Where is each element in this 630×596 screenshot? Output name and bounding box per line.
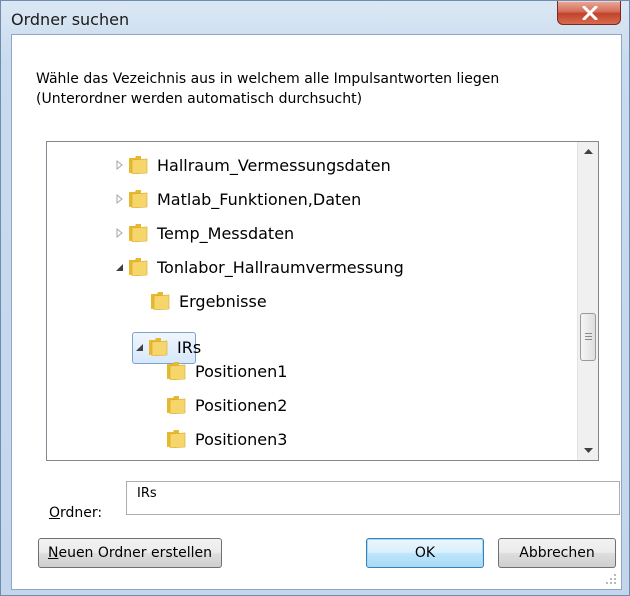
scroll-up-button[interactable] [578, 142, 598, 162]
vertical-scrollbar[interactable] [577, 142, 598, 460]
folder-icon [129, 258, 148, 276]
tree-item-label: Positionen2 [195, 395, 288, 415]
tree-item-label: Tonlabor_Hallraumvermessung [157, 257, 404, 277]
triangle-right-icon[interactable] [113, 158, 127, 172]
tree-item-positionen2[interactable]: Positionen2 [165, 390, 287, 420]
dialog-window: Ordner suchen Wähle das Vezeichnis aus i… [0, 0, 630, 596]
close-button[interactable] [557, 1, 621, 25]
new-folder-button[interactable]: Neuen Ordner erstellen [38, 538, 222, 568]
tree-item-label: Positionen1 [195, 361, 288, 381]
tree-item-ergebnisse[interactable]: Ergebnisse [149, 286, 267, 316]
arrow-up-icon [584, 149, 593, 154]
folder-icon [149, 338, 168, 356]
tree-item-positionen1[interactable]: Positionen1 [165, 356, 287, 386]
tree-item-hallraum-vermessungsdaten[interactable]: Hallraum_Vermessungsdaten [113, 150, 391, 180]
folder-icon [129, 224, 148, 242]
description-line-1: Wähle das Vezeichnis aus in welchem alle… [36, 71, 500, 87]
tree-item-label: Positionen3 [195, 429, 288, 449]
folder-name-input[interactable]: IRs [126, 481, 620, 515]
title-bar[interactable]: Ordner suchen [1, 1, 629, 33]
tree-item-label: Ergebnisse [179, 291, 267, 311]
cancel-button[interactable]: Abbrechen [498, 538, 616, 568]
triangle-right-icon[interactable] [113, 226, 127, 240]
description-line-2: (Unterordner werden automatisch durchsuc… [36, 91, 363, 107]
description-text: Wähle das Vezeichnis aus in welchem alle… [36, 69, 499, 109]
tree-item-label: IRs [177, 337, 202, 357]
tree-item-matlab-funktionen[interactable]: Matlab_Funktionen,Daten [113, 184, 361, 214]
folder-icon [151, 292, 170, 310]
window-title: Ordner suchen [11, 10, 130, 29]
folder-icon [129, 190, 148, 208]
scroll-down-button[interactable] [578, 440, 598, 460]
tree-item-label: Temp_Messdaten [157, 223, 295, 243]
tree-item-label: Matlab_Funktionen,Daten [157, 189, 362, 209]
dialog-content: Wähle das Vezeichnis aus in welchem alle… [11, 34, 622, 590]
folder-icon [167, 430, 186, 448]
triangle-down-icon[interactable] [113, 260, 127, 274]
tree-item-temp-messdaten[interactable]: Temp_Messdaten [113, 218, 294, 248]
folder-tree[interactable]: Hallraum_Vermessungsdaten Matlab_Funktio… [46, 141, 599, 461]
folder-icon [167, 362, 186, 380]
triangle-down-icon[interactable] [133, 340, 147, 354]
ok-button[interactable]: OK [366, 538, 484, 568]
arrow-down-icon [584, 448, 593, 453]
folder-field-label: Ordner: [49, 505, 103, 521]
tree-item-tonlabor-hallraumvermessung[interactable]: Tonlabor_Hallraumvermessung [113, 252, 404, 282]
scroll-thumb[interactable] [580, 313, 596, 361]
tree-item-positionen3[interactable]: Positionen3 [165, 424, 287, 454]
resize-grip-icon[interactable] [605, 573, 617, 585]
close-icon [582, 6, 598, 20]
folder-icon [129, 156, 148, 174]
folder-icon [167, 396, 186, 414]
triangle-right-icon[interactable] [113, 192, 127, 206]
tree-item-label: Hallraum_Vermessungsdaten [157, 155, 391, 175]
